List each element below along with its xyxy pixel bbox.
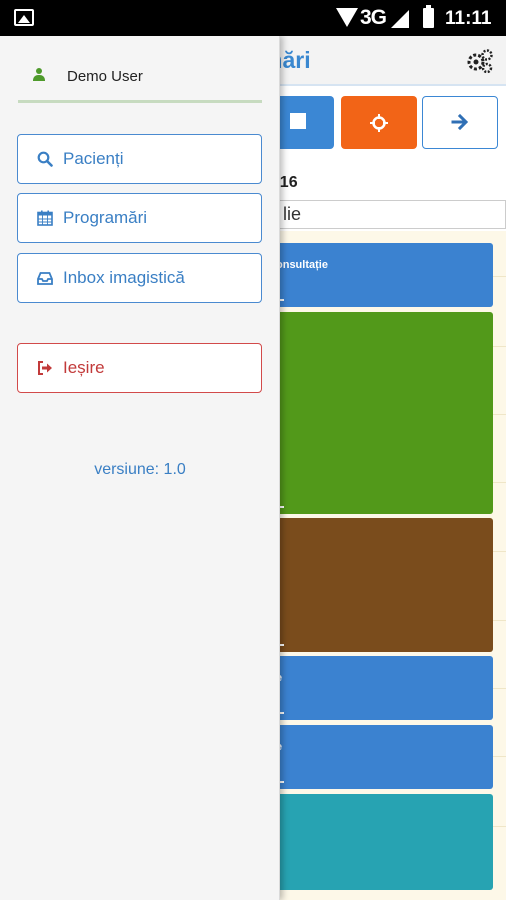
network-type: 3G	[360, 6, 387, 29]
gallery-notification-icon	[14, 9, 34, 26]
next-button[interactable]	[422, 96, 498, 149]
divider	[18, 100, 262, 103]
clock: 11:11	[445, 8, 492, 29]
crosshairs-icon	[370, 114, 388, 132]
doctor-select[interactable]: lie	[262, 200, 506, 229]
user-name: Demo User	[67, 68, 143, 85]
battery-icon	[423, 5, 434, 28]
status-bar: 3G 11:11	[0, 0, 506, 36]
menu-appointments-label: Programări	[63, 208, 148, 227]
logout-label: Ieșire	[63, 358, 105, 377]
search-icon	[37, 151, 53, 167]
user-icon	[32, 68, 46, 82]
locate-button[interactable]	[341, 96, 417, 149]
app-version: versiune: 1.0	[94, 461, 186, 478]
appointment-block[interactable]	[262, 518, 493, 652]
menu-inbox-button[interactable]: Inbox imagistică	[17, 253, 262, 303]
appointment-label: onsultație	[276, 259, 328, 271]
wifi-icon	[336, 8, 358, 27]
arrow-right-icon	[451, 113, 469, 131]
sign-out-icon	[38, 361, 52, 375]
calendar-icon	[37, 210, 53, 226]
signal-icon	[391, 10, 409, 28]
appointment-block[interactable]	[262, 794, 493, 890]
menu-appointments-button[interactable]: Programări	[17, 193, 262, 243]
appointment-block[interactable]: e	[262, 656, 493, 720]
menu-patients-label: Pacienți	[63, 149, 124, 168]
appointment-block[interactable]: e	[262, 725, 493, 789]
logout-button[interactable]: Ieșire	[17, 343, 262, 393]
appointment-block[interactable]	[262, 312, 493, 514]
menu-inbox-label: Inbox imagistică	[63, 268, 185, 287]
settings-gears-icon[interactable]	[466, 48, 494, 74]
navigation-drawer: Demo User Pacienți Programări Inbox imag…	[0, 36, 280, 900]
user-row: Demo User	[0, 36, 280, 96]
appointment-block[interactable]: onsultație	[262, 243, 493, 307]
stop-icon	[290, 113, 306, 129]
menu-patients-button[interactable]: Pacienți	[17, 134, 262, 184]
inbox-icon	[37, 272, 53, 285]
